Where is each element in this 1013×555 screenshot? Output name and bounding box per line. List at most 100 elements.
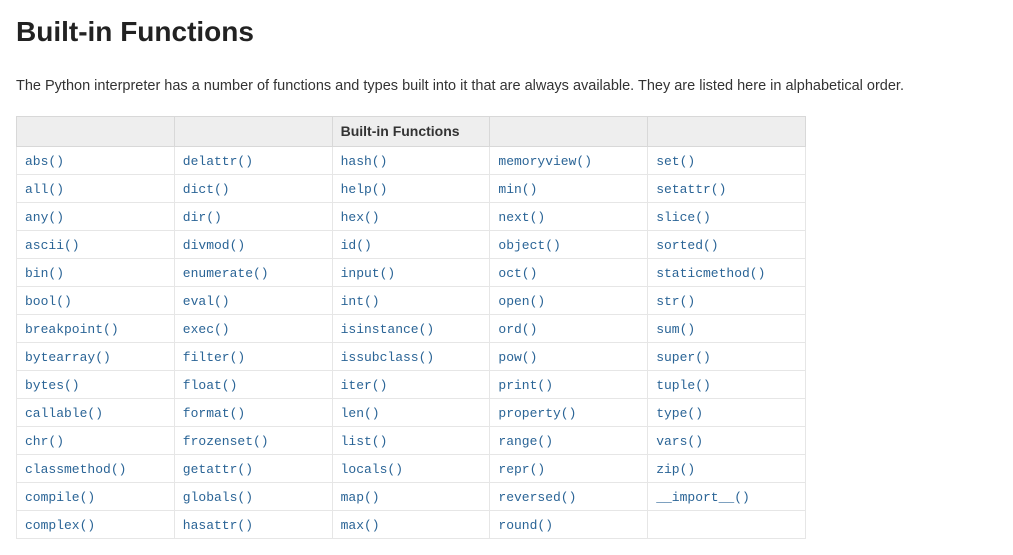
function-link[interactable]: str() — [656, 294, 695, 309]
function-link[interactable]: super() — [656, 350, 711, 365]
table-cell: round() — [490, 510, 648, 538]
function-link[interactable]: format() — [183, 406, 245, 421]
table-cell: type() — [648, 398, 806, 426]
function-link[interactable]: all() — [25, 182, 64, 197]
table-cell: print() — [490, 370, 648, 398]
function-link[interactable]: staticmethod() — [656, 266, 765, 281]
function-link[interactable]: bytearray() — [25, 350, 111, 365]
function-link[interactable]: zip() — [656, 462, 695, 477]
table-cell: issubclass() — [332, 342, 490, 370]
function-link[interactable]: pow() — [498, 350, 537, 365]
function-link[interactable]: complex() — [25, 518, 95, 533]
table-cell: sum() — [648, 314, 806, 342]
function-link[interactable]: int() — [341, 294, 380, 309]
function-link[interactable]: locals() — [341, 462, 403, 477]
function-link[interactable]: eval() — [183, 294, 230, 309]
function-link[interactable]: classmethod() — [25, 462, 126, 477]
function-link[interactable]: oct() — [498, 266, 537, 281]
table-header-col-0 — [17, 116, 175, 146]
function-link[interactable]: max() — [341, 518, 380, 533]
table-cell: bytearray() — [17, 342, 175, 370]
table-cell: list() — [332, 426, 490, 454]
table-cell: eval() — [174, 286, 332, 314]
function-link[interactable]: repr() — [498, 462, 545, 477]
function-link[interactable]: input() — [341, 266, 396, 281]
function-link[interactable]: delattr() — [183, 154, 253, 169]
function-link[interactable]: float() — [183, 378, 238, 393]
function-link[interactable]: bytes() — [25, 378, 80, 393]
function-link[interactable]: bool() — [25, 294, 72, 309]
function-link[interactable]: hasattr() — [183, 518, 253, 533]
table-cell: object() — [490, 230, 648, 258]
function-link[interactable]: vars() — [656, 434, 703, 449]
function-link[interactable]: slice() — [656, 210, 711, 225]
table-cell: ord() — [490, 314, 648, 342]
table-cell: vars() — [648, 426, 806, 454]
table-row: all() dict() help() min() setattr() — [17, 174, 806, 202]
table-cell: isinstance() — [332, 314, 490, 342]
function-link[interactable]: globals() — [183, 490, 253, 505]
function-link[interactable]: enumerate() — [183, 266, 269, 281]
function-link[interactable]: memoryview() — [498, 154, 592, 169]
function-link[interactable]: isinstance() — [341, 322, 435, 337]
function-link[interactable]: __import__() — [656, 490, 750, 505]
function-link[interactable]: id() — [341, 238, 372, 253]
function-link[interactable]: hex() — [341, 210, 380, 225]
table-cell: ascii() — [17, 230, 175, 258]
table-cell: reversed() — [490, 482, 648, 510]
function-link[interactable]: range() — [498, 434, 553, 449]
table-cell: divmod() — [174, 230, 332, 258]
function-link[interactable]: any() — [25, 210, 64, 225]
table-cell: any() — [17, 202, 175, 230]
function-link[interactable]: round() — [498, 518, 553, 533]
function-link[interactable]: map() — [341, 490, 380, 505]
function-link[interactable]: reversed() — [498, 490, 576, 505]
function-link[interactable]: print() — [498, 378, 553, 393]
function-link[interactable]: iter() — [341, 378, 388, 393]
table-header-col-2: Built-in Functions — [332, 116, 490, 146]
function-link[interactable]: set() — [656, 154, 695, 169]
function-link[interactable]: min() — [498, 182, 537, 197]
table-cell: max() — [332, 510, 490, 538]
function-link[interactable]: issubclass() — [341, 350, 435, 365]
function-link[interactable]: bin() — [25, 266, 64, 281]
table-cell: complex() — [17, 510, 175, 538]
function-link[interactable]: len() — [341, 406, 380, 421]
function-link[interactable]: compile() — [25, 490, 95, 505]
function-link[interactable]: type() — [656, 406, 703, 421]
function-link[interactable]: next() — [498, 210, 545, 225]
function-link[interactable]: open() — [498, 294, 545, 309]
function-link[interactable]: help() — [341, 182, 388, 197]
function-link[interactable]: hash() — [341, 154, 388, 169]
function-link[interactable]: abs() — [25, 154, 64, 169]
table-cell: str() — [648, 286, 806, 314]
table-cell: float() — [174, 370, 332, 398]
table-cell: all() — [17, 174, 175, 202]
function-link[interactable]: dict() — [183, 182, 230, 197]
table-cell: hasattr() — [174, 510, 332, 538]
function-link[interactable]: list() — [341, 434, 388, 449]
function-link[interactable]: dir() — [183, 210, 222, 225]
table-cell: sorted() — [648, 230, 806, 258]
function-link[interactable]: frozenset() — [183, 434, 269, 449]
function-link[interactable]: callable() — [25, 406, 103, 421]
function-link[interactable]: divmod() — [183, 238, 245, 253]
table-row: callable() format() len() property() type() — [17, 398, 806, 426]
table-cell: filter() — [174, 342, 332, 370]
function-link[interactable]: filter() — [183, 350, 245, 365]
function-link[interactable]: ascii() — [25, 238, 80, 253]
function-link[interactable]: sum() — [656, 322, 695, 337]
table-row: bytes() float() iter() print() tuple() — [17, 370, 806, 398]
function-link[interactable]: sorted() — [656, 238, 718, 253]
function-link[interactable]: tuple() — [656, 378, 711, 393]
function-link[interactable]: exec() — [183, 322, 230, 337]
function-link[interactable]: getattr() — [183, 462, 253, 477]
function-link[interactable]: object() — [498, 238, 560, 253]
function-link[interactable]: breakpoint() — [25, 322, 119, 337]
table-cell: min() — [490, 174, 648, 202]
function-link[interactable]: setattr() — [656, 182, 726, 197]
table-cell: bool() — [17, 286, 175, 314]
function-link[interactable]: ord() — [498, 322, 537, 337]
function-link[interactable]: chr() — [25, 434, 64, 449]
function-link[interactable]: property() — [498, 406, 576, 421]
